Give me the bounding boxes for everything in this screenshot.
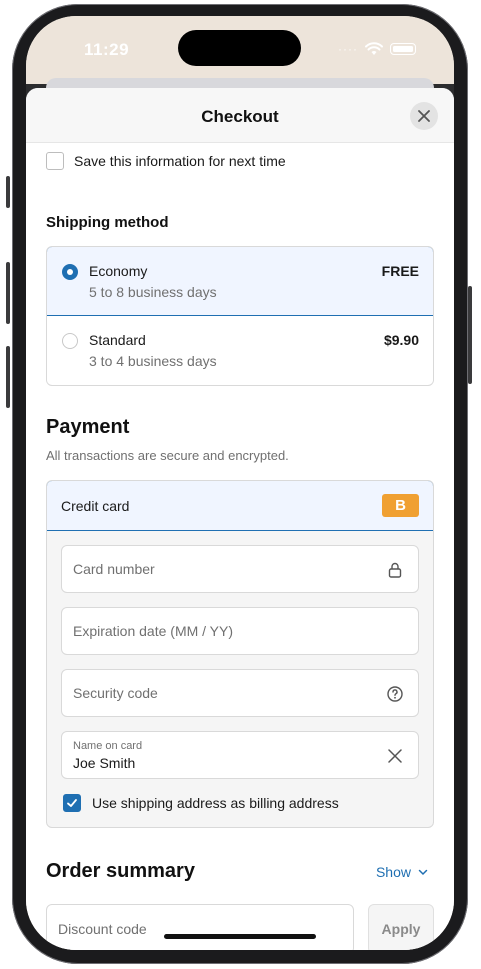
security-code-field[interactable]: Security code <box>61 669 419 717</box>
discount-code-placeholder: Discount code <box>58 921 147 937</box>
billing-same-row[interactable]: Use shipping address as billing address <box>63 794 339 812</box>
check-icon <box>67 799 77 807</box>
shipping-heading: Shipping method <box>46 214 169 231</box>
apply-button[interactable]: Apply <box>368 904 434 950</box>
signal-icon: ···· <box>338 42 358 56</box>
billing-same-checkbox[interactable] <box>63 794 81 812</box>
home-indicator[interactable] <box>164 934 316 939</box>
volume-down-button <box>6 346 10 408</box>
security-code-placeholder: Security code <box>73 685 158 701</box>
expiration-field[interactable]: Expiration date (MM / YY) <box>61 607 419 655</box>
status-icons: ···· <box>338 42 416 56</box>
shipping-option-standard[interactable]: Standard 3 to 4 business days $9.90 <box>47 316 433 385</box>
discount-code-field[interactable]: Discount code <box>46 904 354 950</box>
save-info-row[interactable]: Save this information for next time <box>46 152 286 170</box>
phone-screen: 11:29 ···· Checkout Save this informatio… <box>26 16 454 950</box>
name-on-card-label: Name on card <box>73 740 143 752</box>
sheet-header: Checkout <box>26 88 454 143</box>
clear-icon[interactable] <box>386 747 404 765</box>
economy-radio[interactable] <box>62 264 78 280</box>
option-price: FREE <box>381 263 419 279</box>
dynamic-island <box>178 30 301 66</box>
option-detail: 5 to 8 business days <box>89 284 217 300</box>
status-bar: 11:29 ···· <box>26 16 454 84</box>
name-on-card-field[interactable]: Name on card Joe Smith <box>61 731 419 779</box>
help-circle-icon[interactable] <box>386 685 404 703</box>
order-summary-toggle-label: Show <box>375 864 411 880</box>
order-summary-heading: Order summary <box>46 860 195 882</box>
payment-method-panel: Credit card B Card number Expiration dat… <box>46 480 434 828</box>
wifi-icon <box>365 42 383 55</box>
save-info-checkbox[interactable] <box>46 152 64 170</box>
close-icon <box>418 110 430 122</box>
action-button <box>6 176 10 208</box>
name-on-card-value: Joe Smith <box>73 755 136 771</box>
option-detail: 3 to 4 business days <box>89 353 217 369</box>
sheet-title: Checkout <box>201 107 279 126</box>
payment-subtext: All transactions are secure and encrypte… <box>46 448 289 463</box>
standard-radio[interactable] <box>62 333 78 349</box>
card-brand-icon: B <box>382 494 419 517</box>
order-summary-toggle[interactable]: Show <box>376 864 428 880</box>
checkout-sheet: Checkout Save this information for next … <box>26 88 454 950</box>
save-info-label: Save this information for next time <box>74 153 286 169</box>
expiration-placeholder: Expiration date (MM / YY) <box>73 623 234 639</box>
status-time: 11:29 <box>84 40 130 59</box>
power-button <box>468 286 472 384</box>
card-number-placeholder: Card number <box>73 561 155 577</box>
volume-up-button <box>6 262 10 324</box>
credit-card-label: Credit card <box>61 498 130 514</box>
card-number-field[interactable]: Card number <box>61 545 419 593</box>
shipping-options: Economy 5 to 8 business days FREE Standa… <box>46 246 434 386</box>
payment-heading: Payment <box>46 416 130 438</box>
credit-card-option[interactable]: Credit card B <box>47 481 433 531</box>
shipping-option-economy[interactable]: Economy 5 to 8 business days FREE <box>47 247 433 316</box>
option-name: Standard <box>89 332 146 348</box>
lock-icon <box>388 562 402 578</box>
chevron-down-icon <box>418 869 428 875</box>
battery-icon <box>390 43 416 55</box>
close-button[interactable] <box>410 102 438 130</box>
option-name: Economy <box>89 263 148 279</box>
billing-same-label: Use shipping address as billing address <box>92 795 339 811</box>
option-price: $9.90 <box>383 332 419 348</box>
